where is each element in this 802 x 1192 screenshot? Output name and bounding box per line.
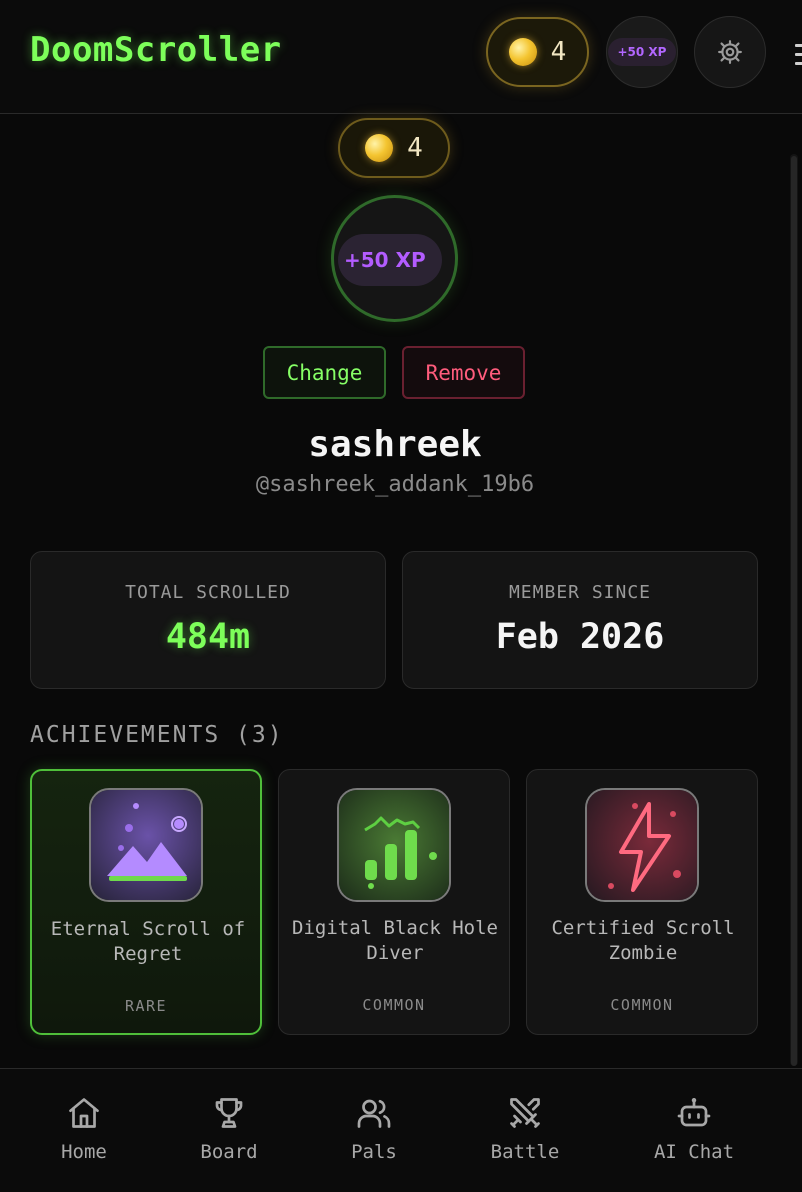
user-handle: @sashreek_addank_19b6 (255, 472, 535, 497)
member-since-card: MEMBER SINCE Feb 2026 (402, 551, 758, 689)
bot-icon (677, 1098, 711, 1127)
bar-chart-icon (337, 788, 451, 902)
coin-icon (365, 134, 394, 162)
achievement-name: Eternal Scroll of Regret (50, 918, 246, 965)
nav-ai-chat[interactable]: AI Chat (634, 1095, 754, 1163)
nav-board[interactable]: Board (169, 1095, 289, 1163)
stat-label: MEMBER SINCE (508, 582, 652, 603)
achievement-card[interactable]: Eternal Scroll of Regret RARE (30, 769, 262, 1035)
home-icon (69, 1098, 99, 1128)
coin-balance-pill[interactable]: 4 (486, 17, 589, 87)
nav-battle[interactable]: Battle (465, 1095, 585, 1163)
top-bar: DoomScroller 4 +50 XP (0, 0, 802, 114)
achievement-card[interactable]: Digital Black Hole Diver COMMON (278, 769, 510, 1035)
lightning-icon (585, 788, 699, 902)
settings-button[interactable] (694, 16, 766, 88)
profile-coin-count: 4 (407, 133, 423, 163)
achievements-heading: ACHIEVEMENTS (3) (30, 722, 284, 748)
achievement-rarity: RARE (124, 997, 168, 1015)
nav-label: Battle (490, 1141, 560, 1163)
nav-home[interactable]: Home (24, 1095, 144, 1163)
remove-avatar-button[interactable]: Remove (402, 346, 525, 399)
coin-count: 4 (550, 37, 567, 67)
swords-icon (510, 1098, 540, 1128)
profile-coin-pill: 4 (338, 118, 450, 178)
nav-label: Board (200, 1141, 258, 1163)
avatar-xp-badge: +50 XP (338, 234, 442, 286)
change-avatar-button[interactable]: Change (263, 346, 386, 399)
achievement-name: Certified Scroll Zombie (551, 917, 735, 964)
mountain-image-icon (89, 788, 203, 902)
stat-label: TOTAL SCROLLED (125, 582, 291, 603)
username: sashreek (308, 424, 482, 465)
gear-icon (718, 40, 742, 64)
stat-value: 484m (165, 617, 251, 657)
scrollbar-thumb[interactable] (791, 156, 797, 1066)
trophy-icon (215, 1098, 243, 1128)
xp-badge: +50 XP (607, 38, 677, 66)
nav-pals[interactable]: Pals (314, 1095, 434, 1163)
xp-avatar-button[interactable]: +50 XP (606, 16, 678, 88)
nav-label: Home (61, 1141, 107, 1163)
achievement-name: Digital Black Hole Diver (292, 917, 498, 964)
users-icon (357, 1099, 391, 1128)
app-logo-title[interactable]: DoomScroller (30, 30, 282, 70)
total-scrolled-card: TOTAL SCROLLED 484m (30, 551, 386, 689)
nav-label: Pals (351, 1141, 397, 1163)
avatar[interactable]: +50 XP (331, 195, 458, 322)
achievement-card[interactable]: Certified Scroll Zombie COMMON (526, 769, 758, 1035)
hamburger-icon[interactable] (795, 44, 802, 74)
achievement-rarity: COMMON (362, 996, 426, 1014)
bottom-navigation: Home Board Pals Battle AI Chat (0, 1068, 802, 1192)
nav-label: AI Chat (653, 1141, 735, 1163)
coin-icon (508, 38, 537, 66)
achievement-rarity: COMMON (610, 996, 674, 1014)
stat-value: Feb 2026 (495, 617, 665, 657)
